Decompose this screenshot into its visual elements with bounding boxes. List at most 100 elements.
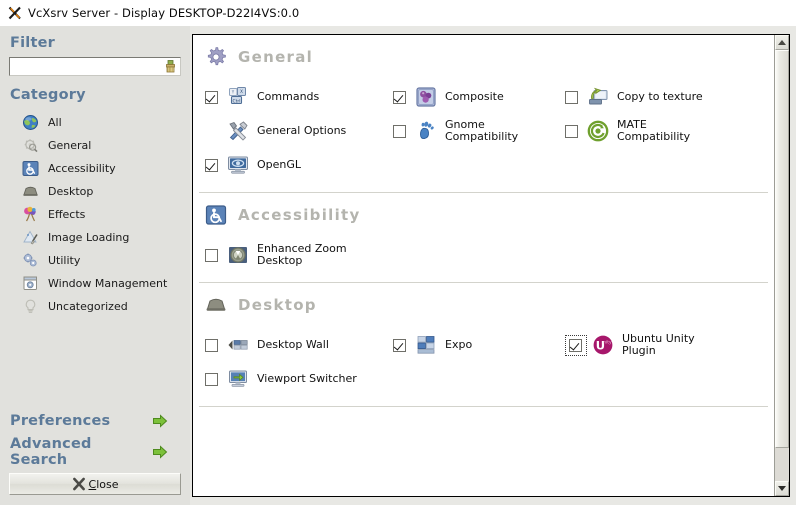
plugin-item-opengl[interactable]: OpenGL bbox=[205, 148, 393, 182]
plugin-checkbox[interactable] bbox=[205, 158, 218, 172]
sidebar-item-label: Window Management bbox=[48, 277, 168, 290]
unity-icon: U nity bbox=[592, 334, 614, 356]
plugin-grid-filler bbox=[393, 238, 565, 272]
viewport-switcher-icon bbox=[227, 368, 249, 390]
gears-icon bbox=[22, 252, 39, 269]
plugin-grid-filler bbox=[393, 148, 565, 182]
plugin-label: Composite bbox=[445, 89, 504, 103]
plugin-item-commands[interactable]: Ctrl Y X Commands bbox=[205, 80, 393, 114]
plugin-item-composite[interactable]: Composite bbox=[393, 80, 565, 114]
expo-icon bbox=[415, 334, 437, 356]
sidebar-item-accessibility[interactable]: Accessibility bbox=[8, 157, 182, 180]
plugin-checkbox[interactable] bbox=[565, 124, 578, 138]
sidebar-item-desktop[interactable]: Desktop bbox=[8, 180, 182, 203]
svg-text:X: X bbox=[240, 89, 243, 94]
vertical-scrollbar[interactable] bbox=[774, 35, 789, 496]
plugin-grid-general: Ctrl Y X Commands Composite Copy to text… bbox=[193, 74, 774, 192]
clear-broom-icon[interactable] bbox=[163, 59, 178, 74]
section-general: General Ctrl Y X Commands Composite Copy… bbox=[193, 35, 774, 192]
close-button[interactable]: Close bbox=[9, 473, 181, 495]
close-rest: lose bbox=[96, 477, 119, 491]
scrollbar-track[interactable] bbox=[775, 50, 789, 481]
keyboard-keys-icon: Ctrl Y X bbox=[227, 86, 249, 108]
advanced-search-link[interactable]: Advanced Search bbox=[8, 436, 182, 468]
chevron-down-icon bbox=[778, 486, 786, 491]
plugin-label: Gnome Compatibility bbox=[445, 117, 519, 143]
plugin-item-copy-to-texture[interactable]: Copy to texture bbox=[565, 80, 774, 114]
plugin-grid-accessibility: Enhanced Zoom Desktop bbox=[193, 232, 774, 282]
sidebar-item-label: Accessibility bbox=[48, 162, 116, 175]
preferences-link[interactable]: Preferences bbox=[8, 405, 182, 436]
plugin-label: Copy to texture bbox=[617, 89, 703, 103]
plugin-checkbox[interactable] bbox=[393, 90, 406, 104]
scrollbar-thumb[interactable] bbox=[775, 50, 789, 448]
plugin-grid-filler bbox=[565, 362, 774, 396]
plugin-item-general-options[interactable]: General Options bbox=[205, 114, 393, 148]
plugin-item-ubuntu-unity-plugin[interactable]: U nity Ubuntu Unity Plugin bbox=[565, 328, 774, 362]
close-x-icon bbox=[72, 477, 86, 491]
sidebar-item-label: Effects bbox=[48, 208, 86, 221]
sidebar-item-utility[interactable]: Utility bbox=[8, 249, 182, 272]
section-header: Accessibility bbox=[193, 193, 774, 232]
plugin-checkbox[interactable] bbox=[205, 248, 218, 262]
plugin-label: General Options bbox=[257, 123, 347, 137]
plugin-item-mate-compatibility[interactable]: MATE Compatibility bbox=[565, 114, 774, 148]
sidebar-item-label: Utility bbox=[48, 254, 81, 267]
chevron-up-icon bbox=[778, 40, 786, 45]
plugin-checkbox[interactable] bbox=[393, 338, 406, 352]
sidebar-item-image-loading[interactable]: Image Loading bbox=[8, 226, 182, 249]
plugin-item-viewport-switcher[interactable]: Viewport Switcher bbox=[205, 362, 393, 396]
sidebar-item-window-management[interactable]: Window Management bbox=[8, 272, 182, 295]
plugin-scroll-area[interactable]: General Ctrl Y X Commands Composite Copy… bbox=[193, 35, 774, 496]
plugin-item-expo[interactable]: Expo bbox=[393, 328, 565, 362]
plugin-checkbox[interactable] bbox=[393, 124, 406, 138]
desktop-wall-icon bbox=[227, 334, 249, 356]
plugin-label: OpenGL bbox=[257, 157, 302, 171]
window-title: VcXsrv Server - Display DESKTOP-D22I4VS:… bbox=[28, 6, 300, 20]
preferences-label: Preferences bbox=[10, 412, 111, 429]
wheelchair-icon bbox=[205, 204, 227, 226]
plugin-checkbox[interactable] bbox=[205, 90, 218, 104]
sidebar-item-label: General bbox=[48, 139, 92, 152]
section-title: General bbox=[238, 48, 314, 66]
plugin-checkbox-placeholder bbox=[205, 125, 218, 138]
filter-heading: Filter bbox=[10, 35, 55, 51]
category-heading: Category bbox=[10, 87, 86, 103]
sidebar-item-all[interactable]: All bbox=[8, 111, 182, 134]
section-header: Desktop bbox=[193, 283, 774, 322]
x-logo-icon bbox=[8, 6, 22, 20]
section-accessibility: Accessibility Enhanced Zoom Desktop bbox=[193, 193, 774, 282]
ccsm-window: Filter Category All General Accessibilit… bbox=[0, 26, 796, 505]
plugin-panel-frame: General Ctrl Y X Commands Composite Copy… bbox=[192, 34, 790, 497]
plugin-item-gnome-compatibility[interactable]: Gnome Compatibility bbox=[393, 114, 565, 148]
plugin-checkbox[interactable] bbox=[205, 338, 218, 352]
wheelchair-icon bbox=[22, 160, 39, 177]
plugin-label: Enhanced Zoom Desktop bbox=[257, 241, 347, 267]
plugin-label: Viewport Switcher bbox=[257, 371, 357, 385]
scroll-up-button[interactable] bbox=[775, 35, 789, 50]
main-area: General Ctrl Y X Commands Composite Copy… bbox=[190, 26, 796, 505]
plugin-checkbox[interactable] bbox=[569, 338, 582, 352]
plugin-label: MATE Compatibility bbox=[617, 117, 691, 143]
scroll-down-button[interactable] bbox=[775, 481, 789, 496]
sidebar-item-effects[interactable]: Effects bbox=[8, 203, 182, 226]
window-titlebar: VcXsrv Server - Display DESKTOP-D22I4VS:… bbox=[0, 0, 796, 26]
sidebar-item-uncategorized[interactable]: Uncategorized bbox=[8, 295, 182, 318]
checkbox-focus-ring bbox=[565, 334, 587, 356]
plugin-checkbox[interactable] bbox=[565, 90, 578, 104]
green-arrow-icon bbox=[152, 413, 168, 429]
sidebar-item-general[interactable]: General bbox=[8, 134, 182, 157]
plugin-item-enhanced-zoom-desktop[interactable]: Enhanced Zoom Desktop bbox=[205, 238, 393, 272]
plugin-label: Ubuntu Unity Plugin bbox=[622, 331, 695, 357]
section-divider bbox=[199, 406, 768, 407]
plugin-checkbox[interactable] bbox=[205, 372, 218, 386]
plugin-grid-filler bbox=[393, 362, 565, 396]
plugin-item-desktop-wall[interactable]: Desktop Wall bbox=[205, 328, 393, 362]
plugin-label: Desktop Wall bbox=[257, 337, 329, 351]
section-title: Desktop bbox=[238, 296, 317, 314]
filter-input[interactable] bbox=[9, 57, 181, 76]
desk-icon bbox=[22, 183, 39, 200]
desk-icon bbox=[205, 294, 227, 316]
section-title: Accessibility bbox=[238, 206, 361, 224]
close-button-label: Close bbox=[89, 478, 119, 491]
